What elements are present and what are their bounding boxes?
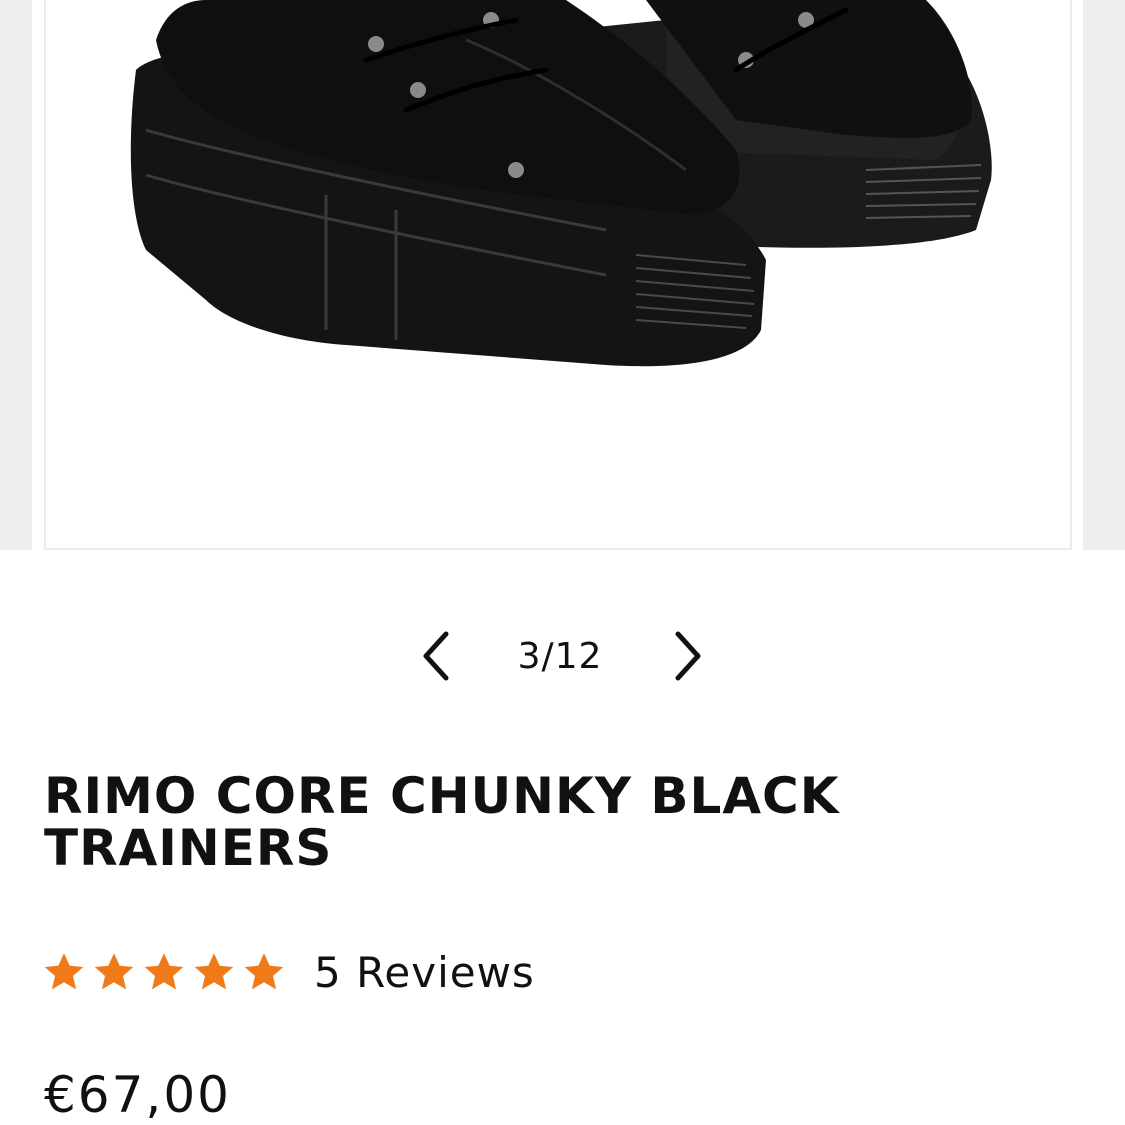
star-icon xyxy=(94,953,134,990)
image-counter: 3/12 xyxy=(517,636,603,677)
star-rating[interactable] xyxy=(42,950,292,994)
product-rating: 5 Reviews xyxy=(42,942,535,1002)
gallery-pager: 3/12 xyxy=(0,618,1125,698)
next-slide-peek[interactable] xyxy=(1083,0,1125,550)
reviews-link[interactable]: 5 Reviews xyxy=(314,948,535,997)
product-image-slide[interactable] xyxy=(44,0,1072,550)
product-price: €67,00 xyxy=(44,1066,231,1124)
star-icon xyxy=(244,953,284,990)
product-gallery xyxy=(0,0,1125,552)
product-image xyxy=(130,0,992,367)
star-icon xyxy=(144,953,184,990)
next-image-button[interactable] xyxy=(664,626,712,686)
star-icon xyxy=(44,953,84,990)
previous-image-button[interactable] xyxy=(412,626,460,686)
product-title: RIMO CORE CHUNKY BLACK TRAINERS xyxy=(44,767,840,877)
chevron-right-icon xyxy=(675,631,701,681)
star-icon xyxy=(194,953,234,990)
chevron-left-icon xyxy=(423,631,449,681)
previous-slide-peek[interactable] xyxy=(0,0,32,550)
